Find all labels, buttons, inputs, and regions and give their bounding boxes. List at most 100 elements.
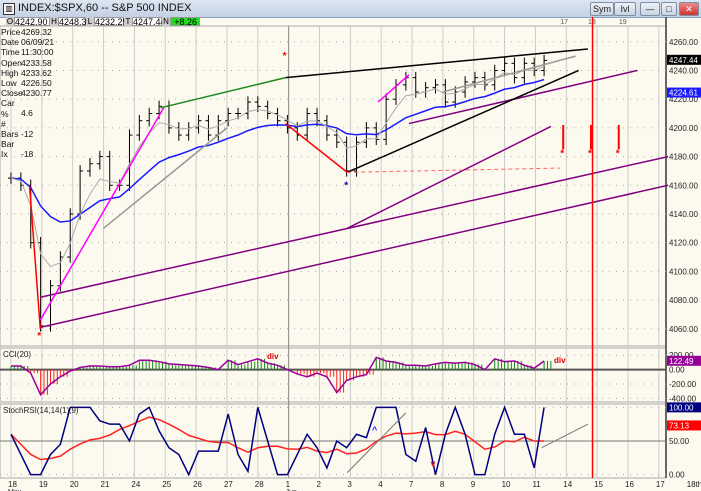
y-tick-label: 4080.00 xyxy=(669,296,698,305)
data-window-row: Open4233.58 xyxy=(1,58,54,68)
data-window-row: Car % 4.6 xyxy=(1,98,54,118)
data-value: 4269.32 xyxy=(21,27,52,37)
data-window-row: Bar Ix -18 xyxy=(1,139,54,159)
stochrsi-title: StochRSI(14,14(1),9) xyxy=(3,406,79,415)
x-tick-label: 15 xyxy=(594,480,603,489)
data-label: Open xyxy=(1,57,22,68)
x-tick-label: 4 xyxy=(378,480,383,489)
x-tick-label: 18th xyxy=(687,480,701,489)
trendline xyxy=(39,107,165,321)
data-value: 4233.58 xyxy=(21,57,52,68)
low-label: L xyxy=(86,17,94,26)
fast-average-line xyxy=(10,65,545,268)
divergence-label: div xyxy=(554,356,566,365)
x-tick-label: 8 xyxy=(440,480,445,489)
x-tick-label: 11 xyxy=(532,480,541,489)
data-value: -12 xyxy=(21,129,34,140)
data-label: Date xyxy=(1,37,19,48)
net-label: N xyxy=(162,17,170,26)
high-label: H xyxy=(50,17,58,26)
x-tick-label: 1 xyxy=(286,480,291,489)
y-tick-label: 4100.00 xyxy=(669,267,698,276)
asterisk-marker-icon: * xyxy=(283,51,287,62)
asterisk-marker-icon: * xyxy=(344,180,348,191)
data-window-row: Date 06/09/21 xyxy=(1,37,54,47)
data-window-row: High 4233.62 xyxy=(1,68,54,78)
x-tick-label: 3 xyxy=(347,480,352,489)
x-tick-label: 7 xyxy=(409,480,414,489)
dashed-trendline xyxy=(347,167,561,173)
divergence-label: div xyxy=(267,352,279,361)
top-date-label: 19 xyxy=(619,19,627,26)
price-chart[interactable]: 18 19 20 21 24 25 26 27 28 1 2 3 4 7 8 9 10 11 14 15 16 17 18t… xyxy=(0,0,701,491)
stoch-trendline xyxy=(541,423,589,449)
x-tick-label: 25 xyxy=(162,480,171,489)
y-tick-label: 50.00 xyxy=(669,437,690,446)
trendline xyxy=(28,185,42,329)
y-tick-label: 4060.00 xyxy=(669,325,698,334)
y-tick-label: -200.00 xyxy=(669,380,697,389)
x-tick-label: 20 xyxy=(70,480,79,489)
chart-window: ▥ INDEX:$SPX,60 -- S&P 500 INDEX Sym Ivl… xyxy=(0,0,701,491)
trendline xyxy=(346,69,579,174)
data-label: # Bars xyxy=(1,118,19,140)
stoch-signal-line xyxy=(10,416,545,461)
open-value: 4242.90 xyxy=(14,17,50,27)
x-tick-label: 21 xyxy=(101,480,110,489)
y-tick-label: 4260.00 xyxy=(669,38,698,47)
x-tick-label: 14 xyxy=(563,480,572,489)
last-label: T xyxy=(124,17,132,26)
data-value: 4230.77 xyxy=(21,88,52,99)
stoch-trendline xyxy=(346,412,407,473)
data-window-row: Low 4226.50 xyxy=(1,78,54,88)
data-value: 4233.62 xyxy=(21,67,52,78)
y-tick-label: 4200.00 xyxy=(669,124,698,133)
data-window-row: Close4230.77 xyxy=(1,88,54,98)
data-label: Time xyxy=(1,47,20,58)
x-tick-label: 24 xyxy=(131,480,140,489)
x-tick-label: 18 xyxy=(8,480,17,489)
x-tick-label: 27 xyxy=(224,480,233,489)
x-tick-label: 28 xyxy=(255,480,264,489)
asterisk-marker-icon: * xyxy=(560,149,564,160)
axis-value-label: 122.49 xyxy=(669,357,694,366)
y-tick-label: -400.00 xyxy=(669,394,697,403)
x-tick-label: 10 xyxy=(502,480,511,489)
y-tick-label: 0.00 xyxy=(669,366,685,375)
data-label: Close xyxy=(1,88,23,99)
axis-value-label: 73.13 xyxy=(669,421,690,430)
data-value: -18 xyxy=(21,149,34,160)
axis-value-label: 4224.61 xyxy=(669,89,698,98)
y-tick-label: 4160.00 xyxy=(669,181,698,190)
data-window-row: Time11:30:00 xyxy=(1,47,54,57)
asterisk-marker-icon: * xyxy=(37,331,41,342)
data-value: 11:30:00 xyxy=(21,47,54,58)
trendline xyxy=(285,48,588,79)
cci-line xyxy=(11,356,545,397)
data-value: 4.6 xyxy=(21,108,33,119)
moving-average-line xyxy=(10,78,545,223)
asterisk-marker-icon: * xyxy=(616,149,620,160)
axis-value-label: 4247.44 xyxy=(669,56,698,65)
data-label: Car % xyxy=(1,98,15,119)
up-annotation: ^ xyxy=(372,425,378,435)
data-window-row: Price4269.32 xyxy=(1,27,54,37)
y-tick-label: 4140.00 xyxy=(669,210,698,219)
down-annotation: v xyxy=(431,459,436,469)
data-label: Low xyxy=(1,78,17,89)
trendline xyxy=(346,125,552,230)
high-value: 4248.38 xyxy=(58,17,92,27)
data-label: High xyxy=(1,67,19,78)
net-change-value: +8.26 xyxy=(170,17,200,27)
data-value: 06/09/21 xyxy=(21,37,55,48)
last-value: 4247.44 xyxy=(132,17,166,27)
x-tick-label: 19 xyxy=(39,480,48,489)
y-tick-label: 4120.00 xyxy=(669,239,698,248)
y-tick-label: 4240.00 xyxy=(669,66,698,75)
x-tick-label: 17 xyxy=(656,480,665,489)
low-value: 4232.25 xyxy=(94,17,128,27)
x-tick-label: 26 xyxy=(193,480,202,489)
cci-title: CCI(20) xyxy=(3,350,31,359)
x-tick-label: 16 xyxy=(625,480,634,489)
trendline xyxy=(160,76,286,109)
